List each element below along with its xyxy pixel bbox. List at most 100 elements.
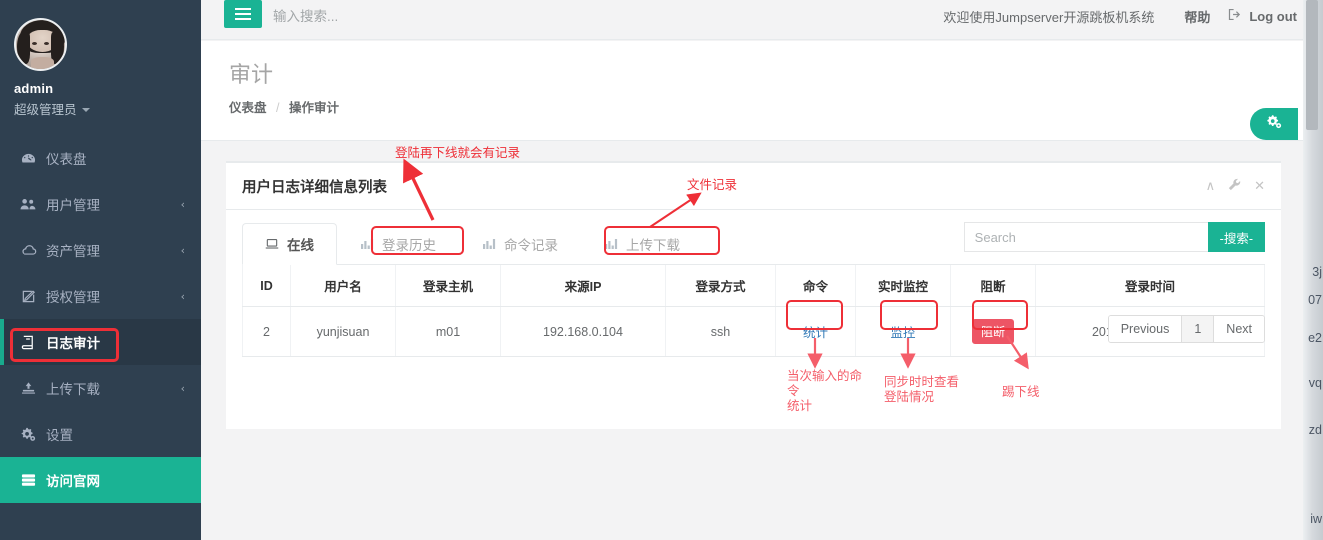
hamburger-icon[interactable]	[224, 0, 262, 28]
breadcrumb-root[interactable]: 仪表盘	[229, 101, 267, 115]
pagination-page-1[interactable]: 1	[1182, 316, 1215, 342]
dashboard-icon	[18, 151, 38, 166]
chevron-left-icon: ‹	[180, 381, 185, 395]
panel-header: 用户日志详细信息列表 ∧ ✕	[226, 163, 1281, 210]
pagination-previous[interactable]: Previous	[1108, 316, 1183, 342]
wrench-icon[interactable]	[1228, 178, 1241, 194]
table-head: ID 用户名 登录主机 来源IP 登录方式 命令 实时监控 阻断 登录时间	[242, 265, 1265, 307]
panel-body: 在线 登录历史 命令记录 上传下载 Search -搜索- ID 用户名 登录主…	[226, 210, 1281, 357]
edge-fragment: 3j	[1312, 265, 1322, 279]
sidebar-nav: 仪表盘 用户管理 ‹ 资产管理 ‹ 授权管理 ‹ 日志审计 上传下载 ‹ 设置 …	[0, 135, 201, 503]
sidebar-item-label: 访问官网	[46, 474, 100, 489]
tab-label: 登录历史	[382, 238, 436, 253]
column-monitor: 实时监控	[855, 265, 951, 307]
topnav-right: 欢迎使用Jumpserver开源跳板机系统 帮助 Log out	[927, 0, 1301, 32]
column-username: 用户名	[290, 265, 396, 307]
logout-label: Log out	[1249, 8, 1297, 24]
breadcrumb-current: 操作审计	[288, 101, 339, 115]
help-link[interactable]: 帮助	[1170, 7, 1224, 26]
pagination: Previous 1 Next	[1107, 315, 1265, 343]
page-title: 审计	[229, 62, 274, 87]
theme-settings-button[interactable]	[1250, 108, 1298, 140]
bar-chart-icon	[604, 238, 618, 250]
monitor-link[interactable]: 监控	[890, 326, 915, 340]
bar-chart-icon	[482, 238, 496, 250]
bar-chart-icon	[360, 238, 374, 250]
sidebar-item-label: 上传下载	[46, 382, 100, 397]
sidebar-item-label: 用户管理	[46, 198, 100, 213]
profile-role-label: 超级管理员	[14, 103, 77, 117]
breadcrumb: 仪表盘 / 操作审计	[229, 97, 1303, 116]
sidebar-item-assets[interactable]: 资产管理 ‹	[0, 227, 201, 273]
upload-icon	[18, 381, 38, 395]
command-stat-link[interactable]: 统计	[803, 326, 828, 340]
table-header-row: ID 用户名 登录主机 来源IP 登录方式 命令 实时监控 阻断 登录时间	[242, 265, 1265, 307]
annotation-command-stat-line2: 统计	[787, 399, 813, 413]
sidebar-item-dashboard[interactable]: 仪表盘	[0, 135, 201, 181]
tab-label: 在线	[287, 238, 314, 253]
sidebar-profile[interactable]: admin 超级管理员	[0, 0, 201, 135]
block-button[interactable]: 阻断	[971, 319, 1014, 344]
annotation-command-stat-text: 当次输入的命令 统计	[787, 369, 873, 414]
user-log-panel: 用户日志详细信息列表 ∧ ✕ 在线 登录历史 命令记录 上传下载 Search …	[226, 161, 1281, 429]
tab-label: 命令记录	[504, 238, 558, 253]
edge-fragment: 07	[1308, 293, 1322, 307]
edge-text-fragments: 3j 07 e2 vq zd iw	[1300, 0, 1323, 540]
pagination-next[interactable]: Next	[1214, 316, 1264, 342]
sidebar-item-perms[interactable]: 授权管理 ‹	[0, 273, 201, 319]
edge-fragment: vq	[1308, 376, 1322, 390]
tab-command-record[interactable]: 命令记录	[459, 223, 581, 265]
sidebar-item-website[interactable]: 访问官网	[0, 457, 201, 503]
logout-link[interactable]: Log out	[1224, 8, 1301, 24]
users-icon	[18, 197, 38, 211]
sidebar-item-label: 资产管理	[46, 244, 100, 259]
book-icon	[18, 335, 38, 350]
table-search: -搜索-	[963, 222, 1265, 252]
column-login-time: 登录时间	[1035, 265, 1265, 307]
annotation-realtime-text: 同步时时查看 登陆情况	[884, 375, 972, 405]
annotation-kick-offline-text: 踢下线	[1002, 385, 1040, 399]
sidebar-item-settings[interactable]: 设置	[0, 411, 201, 457]
tab-online[interactable]: 在线	[242, 223, 337, 265]
cell-block: 阻断	[950, 306, 1036, 357]
top-navbar: 欢迎使用Jumpserver开源跳板机系统 帮助 Log out	[201, 0, 1323, 40]
laptop-icon	[265, 238, 279, 250]
panel-tools: ∧ ✕	[1206, 178, 1265, 194]
sidebar-item-users[interactable]: 用户管理 ‹	[0, 181, 201, 227]
sidebar-item-label: 仪表盘	[46, 152, 87, 167]
chevron-left-icon: ‹	[180, 243, 185, 257]
search-input[interactable]	[273, 4, 473, 28]
profile-role[interactable]: 超级管理员	[14, 99, 187, 118]
cell-ip: 192.168.0.104	[500, 306, 666, 357]
annotation-command-stat-line1: 当次输入的命令	[787, 369, 863, 398]
tab-login-history[interactable]: 登录历史	[337, 223, 459, 265]
column-id: ID	[242, 265, 291, 307]
tab-upload-download[interactable]: 上传下载	[581, 223, 703, 265]
annotation-realtime-line2: 登陆情况	[884, 390, 935, 404]
cloud-icon	[18, 244, 38, 256]
sidebar-item-upload-download[interactable]: 上传下载 ‹	[0, 365, 201, 411]
server-icon	[18, 473, 38, 487]
column-command: 命令	[775, 265, 856, 307]
annotation-realtime-line1: 同步时时查看	[884, 375, 960, 389]
chevron-left-icon: ‹	[180, 289, 185, 303]
search-input-table[interactable]	[963, 222, 1208, 252]
chevron-left-icon: ‹	[180, 197, 185, 211]
jumpserver-audit-page: admin 超级管理员 仪表盘 用户管理 ‹ 资产管理 ‹ 授权管理 ‹ 日志审…	[0, 0, 1323, 540]
close-icon[interactable]: ✕	[1254, 178, 1265, 194]
column-ip: 来源IP	[500, 265, 666, 307]
sidebar: admin 超级管理员 仪表盘 用户管理 ‹ 资产管理 ‹ 授权管理 ‹ 日志审…	[0, 0, 201, 540]
chevron-down-icon	[81, 107, 90, 112]
annotation-login-history-text: 登陆再下线就会有记录	[395, 146, 521, 160]
gears-icon	[18, 427, 38, 442]
avatar[interactable]	[14, 18, 67, 71]
breadcrumb-separator: /	[276, 101, 280, 115]
sign-out-icon	[1228, 8, 1242, 24]
collapse-icon[interactable]: ∧	[1206, 178, 1216, 194]
sidebar-item-label: 日志审计	[46, 336, 100, 351]
edge-fragment: zd	[1308, 423, 1322, 437]
sidebar-item-audits[interactable]: 日志审计	[0, 319, 201, 365]
search-button[interactable]: -搜索-	[1207, 222, 1265, 252]
user-log-table: ID 用户名 登录主机 来源IP 登录方式 命令 实时监控 阻断 登录时间 2 …	[242, 265, 1265, 357]
cell-command: 统计	[775, 306, 856, 357]
